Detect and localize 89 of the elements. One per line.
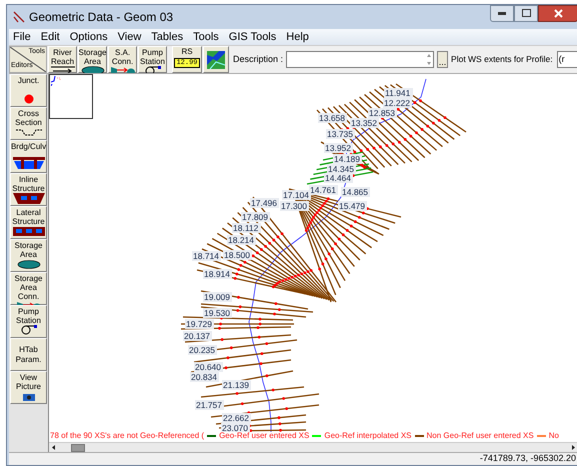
pump-icon <box>20 325 38 335</box>
tool-button[interactable]: S.A. Conn. <box>108 46 137 73</box>
overview-river-icon <box>51 76 61 86</box>
tool-button[interactable]: Inline Structure <box>10 173 47 206</box>
station-label: 23.070 <box>221 423 250 432</box>
station-label: 18.214 <box>227 235 256 245</box>
station-label: 17.104 <box>282 190 311 200</box>
minimize-button[interactable] <box>490 4 514 22</box>
station-label: 14.761 <box>309 185 338 195</box>
tool-button[interactable]: Cross Section <box>10 107 47 140</box>
menu-item[interactable]: Options <box>70 28 108 46</box>
tool-button[interactable]: River Reach <box>48 46 77 73</box>
station-label: 18.714 <box>192 251 221 261</box>
station-label: 14.865 <box>341 187 370 197</box>
tool-button[interactable]: Lateral Structure <box>10 206 47 239</box>
tool-button[interactable]: Pump Station <box>138 46 167 73</box>
station-label: 19.729 <box>185 319 214 329</box>
station-label: 12.222 <box>383 98 412 108</box>
station-label: 20.640 <box>194 362 223 372</box>
station-label: 13.352 <box>350 118 379 128</box>
station-label: 17.300 <box>280 201 309 211</box>
map-button[interactable] <box>203 46 229 73</box>
app-icon <box>13 11 25 23</box>
scroll-thumb[interactable] <box>71 444 85 452</box>
minimize-icon <box>498 12 506 14</box>
map-icon <box>207 50 225 68</box>
station-label: 17.809 <box>241 212 270 222</box>
bridge-icon <box>12 156 44 170</box>
station-label: 13.735 <box>326 129 355 139</box>
legend-note: 78 of the 90 XS's are not Geo-Referenced ( <box>50 430 204 442</box>
menu-item[interactable]: View <box>118 28 142 46</box>
station-label: 21.757 <box>195 400 224 410</box>
tool-button[interactable]: Brdg/Culv <box>10 140 47 173</box>
tool-button[interactable]: Junct. <box>10 74 47 107</box>
camera-icon <box>22 393 34 401</box>
station-label: 14.345 <box>327 164 356 174</box>
spin-arrows-icon <box>425 52 434 67</box>
close-button[interactable] <box>538 4 577 22</box>
station-label: 19.009 <box>203 292 232 302</box>
tool-button[interactable]: HTab Param. <box>10 338 47 371</box>
tool-button[interactable]: Storage Area Conn. <box>10 272 47 305</box>
station-label: 18.112 <box>232 223 261 233</box>
profile-label: Plot WS extents for Profile: <box>451 53 553 66</box>
tool-button[interactable]: View Picture <box>10 371 47 404</box>
junction-dot-icon <box>24 94 34 104</box>
station-label: 11.941 <box>384 88 413 98</box>
cross-section-icon <box>14 128 42 137</box>
menu-item[interactable]: Help <box>286 28 309 46</box>
coordinates-text: -741789.73, -965302.20 <box>480 452 576 466</box>
menu-item[interactable]: Tools <box>193 28 219 46</box>
station-label: 13.658 <box>318 113 347 123</box>
inline-structure-icon <box>12 193 44 205</box>
station-label: 22.662 <box>222 413 251 423</box>
description-field[interactable] <box>286 51 434 68</box>
station-label: 21.139 <box>222 380 251 390</box>
maximize-button[interactable] <box>514 4 538 22</box>
menu-item[interactable]: Edit <box>40 28 60 46</box>
maximize-icon <box>522 9 530 17</box>
station-label: 20.137 <box>183 331 212 341</box>
legend-label: Geo-Ref user entered XS <box>219 430 310 442</box>
tool-button[interactable]: Storage Area <box>78 46 107 73</box>
horizontal-scrollbar[interactable] <box>49 442 577 452</box>
close-icon <box>554 8 562 18</box>
station-label: 15.479 <box>338 201 367 211</box>
tool-button[interactable]: Storage Area <box>10 239 47 272</box>
station-label: 13.952 <box>324 143 353 153</box>
station-label: 17.496 <box>250 198 279 208</box>
tool-button[interactable]: Pump Station <box>10 305 47 338</box>
station-label: 18.500 <box>223 250 252 260</box>
station-label: 19.530 <box>203 308 232 318</box>
legend-label: Non Geo-Ref user entered XS <box>426 430 534 442</box>
menu-item[interactable]: File <box>13 28 31 46</box>
arrow-icon <box>50 66 74 74</box>
station-label: 12.853 <box>368 108 397 118</box>
storage-area-icon <box>16 260 40 269</box>
menu-item[interactable]: GIS Tools <box>228 28 276 46</box>
station-label: 20.834 <box>190 372 219 382</box>
menu-item[interactable]: Tables <box>151 28 184 46</box>
station-label: 14.464 <box>324 173 353 183</box>
station-label: 20.235 <box>188 345 217 355</box>
station-label: 14.189 <box>333 154 362 164</box>
description-label: Description : <box>233 52 284 66</box>
more-button[interactable]: ... <box>437 51 448 68</box>
legend-label: No <box>548 430 559 442</box>
lateral-structure-icon <box>12 227 44 236</box>
legend-label: Geo-Ref interpolated XS <box>324 430 412 442</box>
profile-dropdown[interactable]: (r <box>556 51 577 68</box>
station-label: 18.914 <box>203 269 232 279</box>
window-title: Geometric Data - Geom 03 <box>29 9 174 26</box>
